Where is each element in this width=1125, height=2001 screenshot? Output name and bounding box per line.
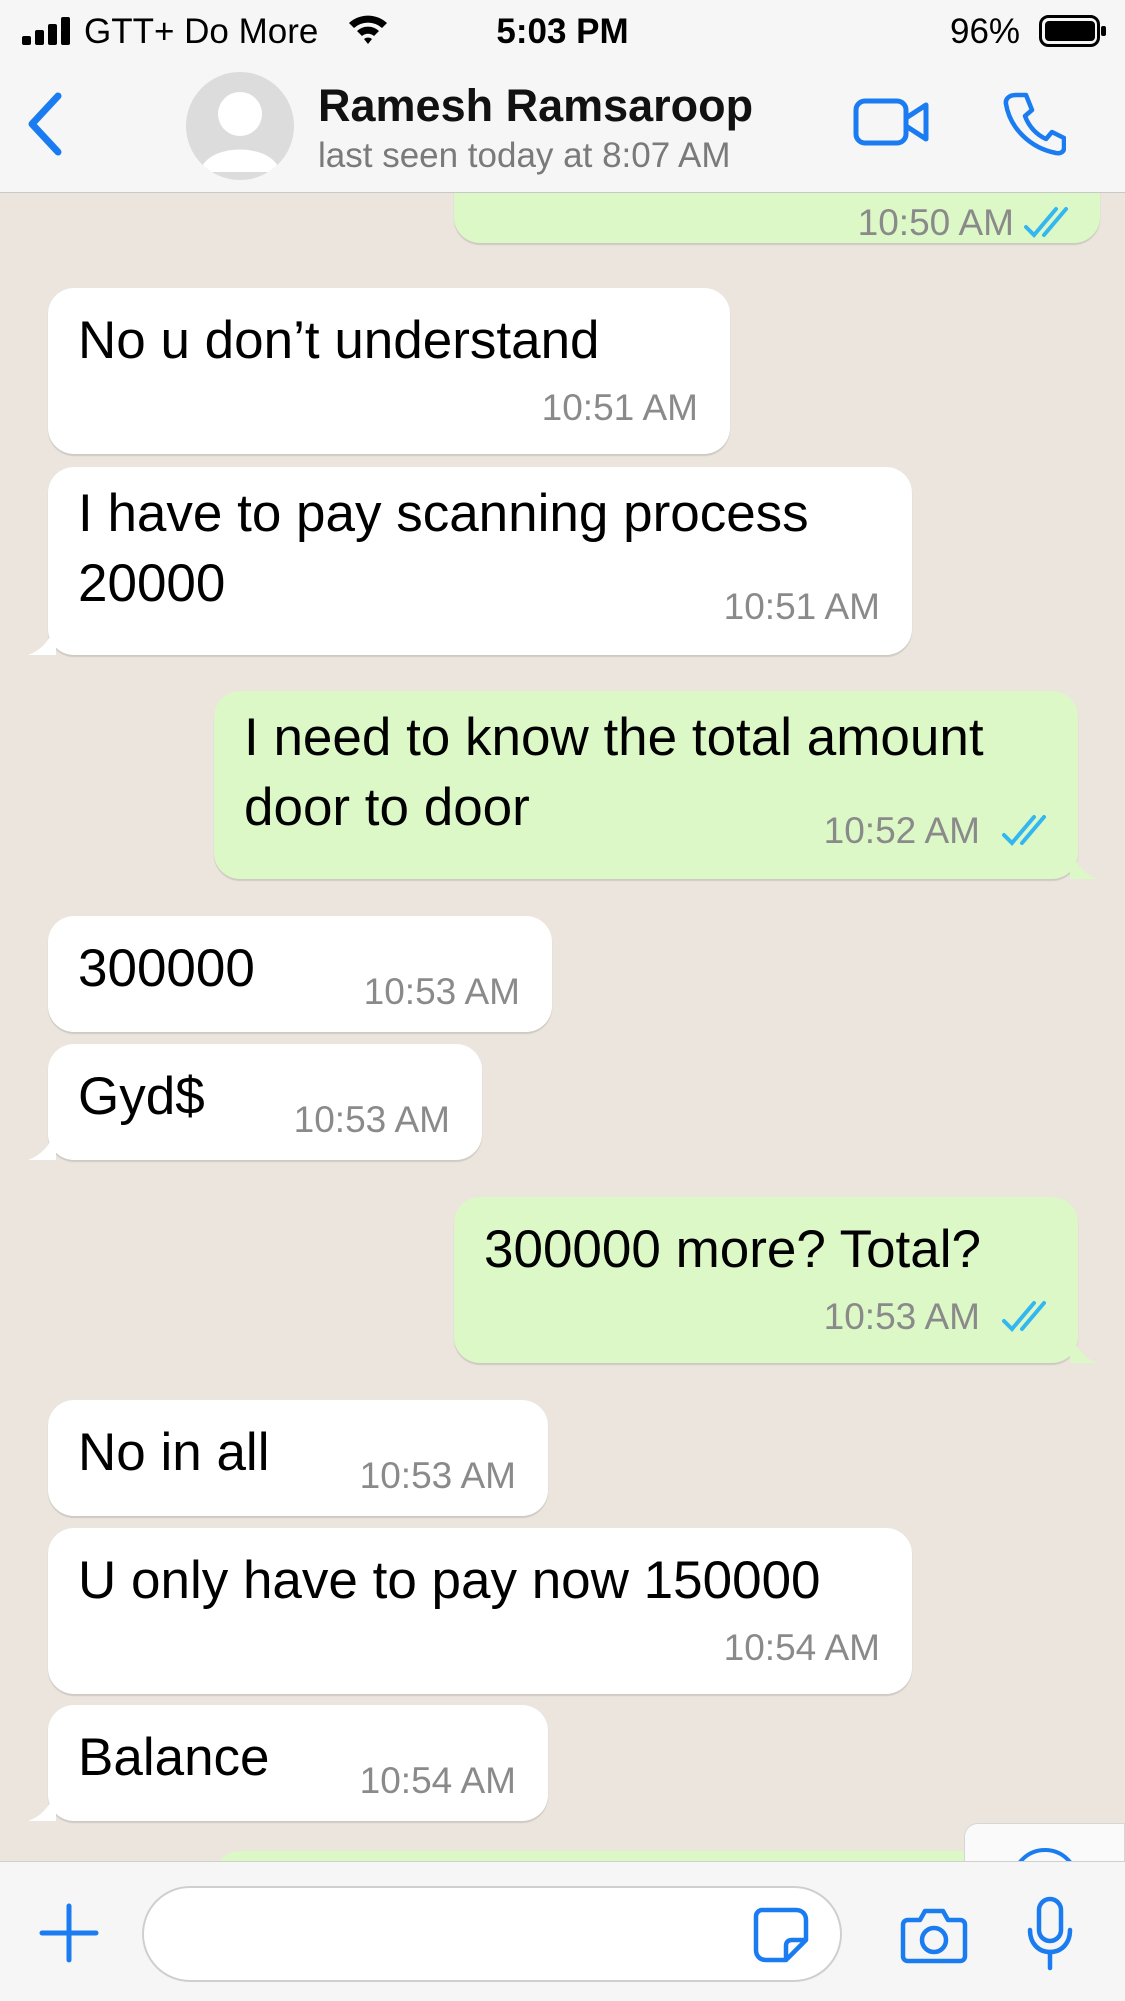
- bubble-tail: [28, 625, 56, 655]
- message-text-line: 20000: [78, 554, 226, 613]
- sticker-icon[interactable]: [752, 1906, 810, 1964]
- message-text: 300000: [78, 939, 255, 998]
- message-bubble-outgoing-partial[interactable]: [214, 1851, 1078, 1861]
- read-receipt-icon: [1002, 815, 1046, 846]
- microphone-icon[interactable]: [1025, 1896, 1075, 1972]
- message-time: 10:54 AM: [723, 1627, 880, 1668]
- message-bubble-incoming[interactable]: No in all 10:53 AM: [48, 1400, 548, 1516]
- bubble-tail: [28, 1130, 56, 1160]
- contact-name[interactable]: Ramesh Ramsaroop: [318, 80, 753, 132]
- message-time: 10:53 AM: [823, 1296, 980, 1337]
- camera-icon[interactable]: [900, 1906, 968, 1964]
- message-text: Gyd$: [78, 1067, 205, 1126]
- bubble-tail: [1070, 1333, 1098, 1363]
- message-bubble-incoming[interactable]: Gyd$ 10:53 AM: [28, 1044, 482, 1160]
- message-bubble-incoming[interactable]: U only have to pay now 150000 10:54 AM: [48, 1528, 912, 1694]
- read-receipt-icon: [1024, 207, 1068, 238]
- message-input-bar: [0, 1861, 1125, 2001]
- battery-percentage: 96%: [950, 12, 1021, 51]
- plus-icon[interactable]: [38, 1902, 100, 1964]
- message-bubble-incoming[interactable]: 300000 10:53 AM: [48, 916, 552, 1032]
- message-bubble-outgoing[interactable]: I need to know the total amount door to …: [214, 691, 1098, 879]
- bubble-tail: [1070, 849, 1098, 879]
- message-time: 10:52 AM: [823, 810, 980, 851]
- battery-icon: [1039, 15, 1106, 47]
- person-icon: [200, 92, 280, 172]
- message-text-line: door to door: [244, 778, 530, 837]
- bubble-tail: [28, 1791, 56, 1821]
- message-time: 10:51 AM: [723, 586, 880, 627]
- message-text: 300000 more? Total?: [484, 1220, 982, 1279]
- message-bubble-incoming[interactable]: Balance 10:54 AM: [28, 1705, 548, 1821]
- status-bar: GTT+ Do More 5:03 PM 96%: [0, 0, 1125, 62]
- voice-call-icon[interactable]: [1002, 90, 1066, 156]
- message-time: 10:51 AM: [541, 387, 698, 428]
- message-bubble-outgoing[interactable]: 10:50 AM: [454, 193, 1100, 243]
- message-time: 10:53 AM: [293, 1099, 450, 1140]
- video-call-icon[interactable]: [852, 92, 930, 152]
- back-chevron-icon[interactable]: [20, 88, 70, 160]
- message-text: U only have to pay now 150000: [78, 1551, 821, 1610]
- contact-avatar[interactable]: [186, 72, 294, 180]
- message-time: 10:50 AM: [857, 202, 1014, 243]
- message-time: 10:54 AM: [359, 1760, 516, 1801]
- message-text: No in all: [78, 1423, 270, 1482]
- message-bubble-incoming[interactable]: I have to pay scanning process 20000 10:…: [28, 467, 912, 655]
- message-time: 10:53 AM: [363, 971, 520, 1012]
- chevron-down-circle-icon: [1018, 1848, 1072, 1861]
- chat-area[interactable]: 10:50 AM No u don’t understand 10:51 AM …: [0, 193, 1125, 1861]
- message-bubble-outgoing[interactable]: 300000 more? Total? 10:53 AM: [454, 1197, 1098, 1363]
- message-text: Balance: [78, 1728, 270, 1787]
- message-text: No u don’t understand: [78, 311, 600, 370]
- message-text-line: I need to know the total amount: [244, 708, 984, 767]
- message-bubble-incoming[interactable]: No u don’t understand 10:51 AM: [48, 288, 730, 454]
- last-seen-status: last seen today at 8:07 AM: [318, 136, 731, 175]
- message-text-line: I have to pay scanning process: [78, 484, 809, 543]
- message-input[interactable]: [142, 1886, 842, 1982]
- message-time: 10:53 AM: [359, 1455, 516, 1496]
- chat-header: Ramesh Ramsaroop last seen today at 8:07…: [0, 62, 1125, 193]
- scroll-to-bottom-button[interactable]: [964, 1823, 1125, 1861]
- read-receipt-icon: [1002, 1301, 1046, 1332]
- message-text: I have to pay scanning process 20000: [78, 479, 809, 619]
